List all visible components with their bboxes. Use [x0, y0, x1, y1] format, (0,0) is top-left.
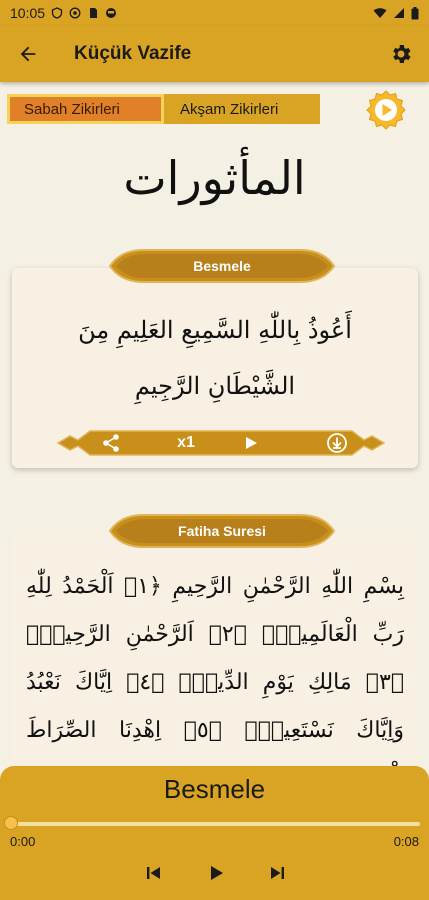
time-current: 0:00: [10, 834, 36, 849]
zikir-card: Besmele أَعُوذُ بِاللّٰهِ السَّمِيعِ الع…: [12, 249, 418, 468]
download-button[interactable]: [322, 428, 352, 458]
app-bar: Küçük Vazife: [0, 26, 429, 82]
sim-icon: [90, 8, 98, 18]
share-button[interactable]: [96, 428, 126, 458]
back-arrow-icon: [20, 46, 36, 62]
status-time: 10:05: [10, 5, 46, 21]
shield-icon: [51, 7, 63, 19]
play-badge-icon: [366, 90, 406, 130]
zikir-card: Fatiha Suresi بِسْمِ اللّٰهِ الرَّحْمٰنِ…: [12, 514, 418, 793]
status-bar: 10:05: [0, 0, 429, 26]
card-title-banner: Fatiha Suresi: [104, 511, 340, 551]
audio-player: Besmele 0:00 0:08: [0, 766, 429, 900]
wifi-icon: [373, 8, 387, 18]
settings-button[interactable]: [373, 26, 429, 82]
back-button[interactable]: [0, 26, 56, 82]
next-button[interactable]: [262, 858, 292, 888]
play-all-button[interactable]: [366, 90, 406, 130]
play-button[interactable]: [236, 428, 266, 458]
seek-thumb[interactable]: [4, 816, 18, 830]
previous-button[interactable]: [139, 858, 169, 888]
share-icon: [103, 434, 119, 452]
circle-icon: [106, 8, 117, 18]
player-title: Besmele: [163, 774, 266, 804]
time-total: 0:08: [393, 834, 419, 849]
tab-aksam-zikirleri[interactable]: Akşam Zikirleri: [164, 94, 320, 124]
page-title: Küçük Vazife: [74, 43, 192, 64]
play-icon: [246, 437, 257, 449]
card-arabic-text: أَعُوذُ بِاللّٰهِ السَّمِيعِ العَلِيمِ م…: [78, 316, 352, 400]
player-play-button[interactable]: [201, 858, 231, 888]
battery-icon: [411, 6, 419, 19]
signal-icon: [394, 8, 404, 18]
tab-bar: Sabah Zikirleri Akşam Zikirleri: [7, 94, 320, 124]
header-calligraphy: المأثورات: [123, 151, 306, 205]
card-title-banner: Besmele: [104, 246, 340, 286]
card-controls: x1: [56, 426, 386, 460]
gear-icon: [393, 45, 411, 63]
seek-bar[interactable]: [4, 816, 420, 830]
at-icon: [69, 7, 81, 19]
play-icon: [211, 866, 223, 880]
repeat-count[interactable]: x1: [168, 428, 204, 458]
card-title: Fatiha Suresi: [178, 523, 266, 539]
skip-next-icon: [271, 867, 284, 879]
skip-previous-icon: [147, 867, 160, 879]
tab-sabah-zikirleri[interactable]: Sabah Zikirleri: [7, 94, 164, 124]
seek-track: [10, 822, 420, 826]
card-title: Besmele: [193, 258, 251, 274]
download-icon: [327, 433, 347, 453]
